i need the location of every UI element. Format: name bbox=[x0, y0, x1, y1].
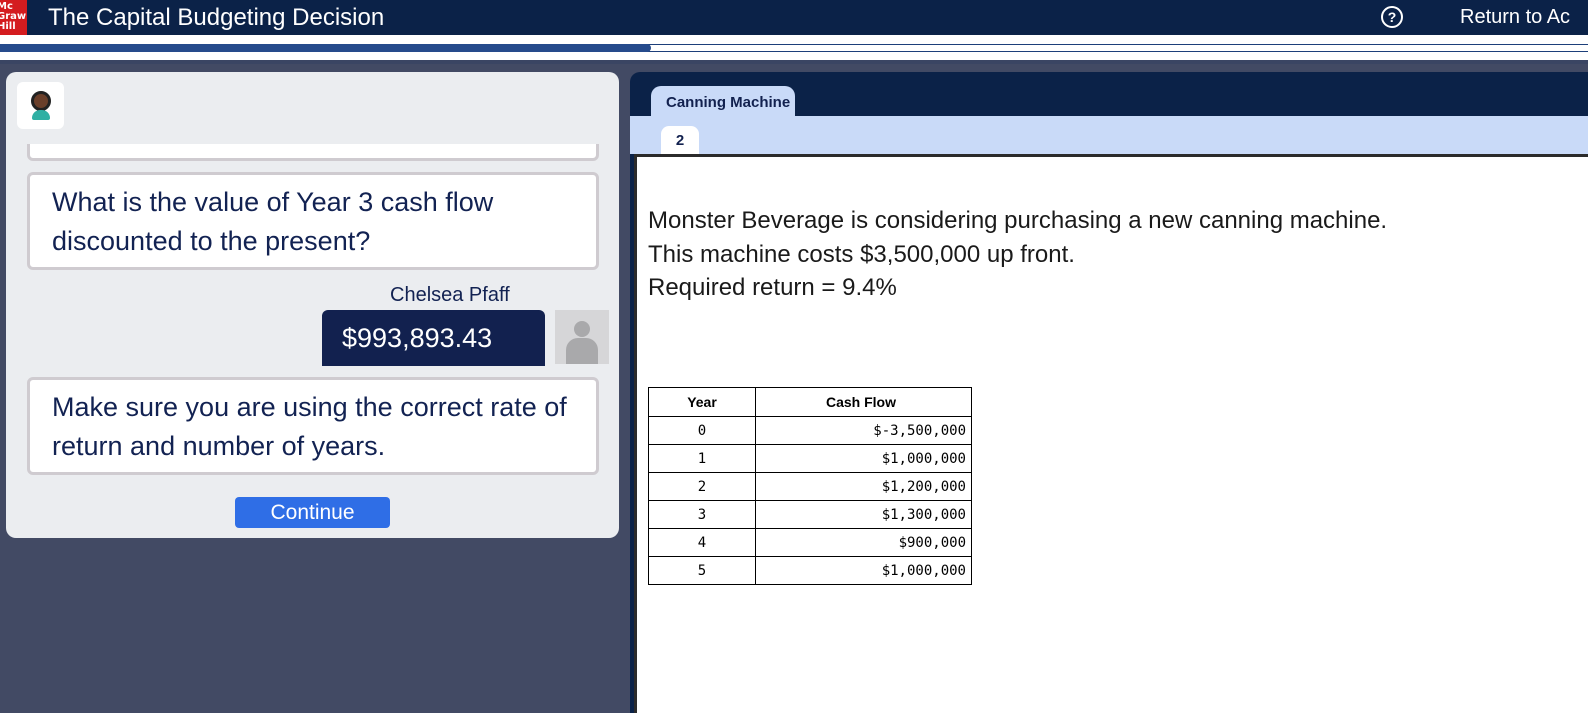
cell-year: 2 bbox=[648, 472, 756, 501]
header-year: Year bbox=[648, 387, 756, 417]
agent-avatar-body bbox=[32, 110, 50, 120]
table-row: 5 $1,000,000 bbox=[648, 556, 972, 585]
cell-cash-flow: $1,000,000 bbox=[755, 444, 972, 473]
table-row: 1 $1,000,000 bbox=[648, 444, 972, 473]
intro-line: Required return = 9.4% bbox=[648, 274, 897, 301]
subtab-2[interactable]: 2 bbox=[661, 126, 699, 154]
top-bar: Mc Graw Hill The Capital Budgeting Decis… bbox=[0, 0, 1588, 35]
mcgraw-hill-logo: Mc Graw Hill bbox=[0, 0, 27, 35]
cell-cash-flow: $-3,500,000 bbox=[755, 416, 972, 445]
header-cash-flow: Cash Flow bbox=[755, 387, 972, 417]
tab-canning-machine[interactable]: Canning Machine bbox=[651, 86, 795, 117]
cell-cash-flow: $1,300,000 bbox=[755, 500, 972, 529]
chat-scroll-area[interactable]: What is the value of Year 3 cash flow di… bbox=[6, 144, 619, 538]
return-link[interactable]: Return to Ac bbox=[1460, 5, 1570, 29]
question-bubble: What is the value of Year 3 cash flow di… bbox=[27, 172, 599, 270]
progress-fill bbox=[0, 44, 652, 52]
app-title: The Capital Budgeting Decision bbox=[48, 4, 385, 31]
user-placeholder-icon bbox=[555, 310, 609, 364]
progress-divider bbox=[0, 60, 1588, 64]
intro-line: This machine costs $3,500,000 up front. bbox=[648, 240, 1075, 268]
user-answer-bubble: $993,893.43 bbox=[322, 310, 545, 366]
workspace-panel: Canning Machine 2 Monster Beverage is co… bbox=[630, 72, 1588, 713]
cash-flow-table: Year Cash Flow 0 $-3,500,000 1 $1,000,00… bbox=[648, 387, 972, 585]
agent-avatar bbox=[17, 82, 64, 129]
table-row: 4 $900,000 bbox=[648, 528, 972, 557]
question-circle-icon[interactable]: ? bbox=[1381, 6, 1403, 28]
problem-content: Monster Beverage is considering purchasi… bbox=[634, 154, 1588, 713]
user-name: Chelsea Pfaff bbox=[390, 284, 510, 306]
table-header-row: Year Cash Flow bbox=[648, 387, 972, 417]
user-avatar-head bbox=[574, 321, 590, 337]
problem-intro: Monster Beverage is considering purchasi… bbox=[648, 204, 1387, 305]
continue-button[interactable]: Continue bbox=[235, 497, 390, 528]
previous-message-bubble bbox=[27, 144, 599, 161]
cell-cash-flow: $1,000,000 bbox=[755, 556, 972, 585]
progress-strip bbox=[0, 35, 1588, 60]
agent-avatar-icon bbox=[31, 91, 51, 111]
subtab-strip: 2 bbox=[630, 116, 1588, 154]
chat-panel: What is the value of Year 3 cash flow di… bbox=[6, 72, 619, 538]
cell-year: 1 bbox=[648, 444, 756, 473]
cell-cash-flow: $900,000 bbox=[755, 528, 972, 557]
cell-year: 3 bbox=[648, 500, 756, 529]
table-row: 2 $1,200,000 bbox=[648, 472, 972, 501]
feedback-bubble: Make sure you are using the correct rate… bbox=[27, 377, 599, 475]
intro-line: Monster Beverage is considering purchasi… bbox=[648, 207, 1388, 234]
cell-year: 0 bbox=[648, 416, 756, 445]
user-avatar-body bbox=[566, 338, 598, 364]
cell-year: 5 bbox=[648, 556, 756, 585]
table-row: 3 $1,300,000 bbox=[648, 500, 972, 529]
cell-year: 4 bbox=[648, 528, 756, 557]
table-row: 0 $-3,500,000 bbox=[648, 416, 972, 445]
cell-cash-flow: $1,200,000 bbox=[755, 472, 972, 501]
